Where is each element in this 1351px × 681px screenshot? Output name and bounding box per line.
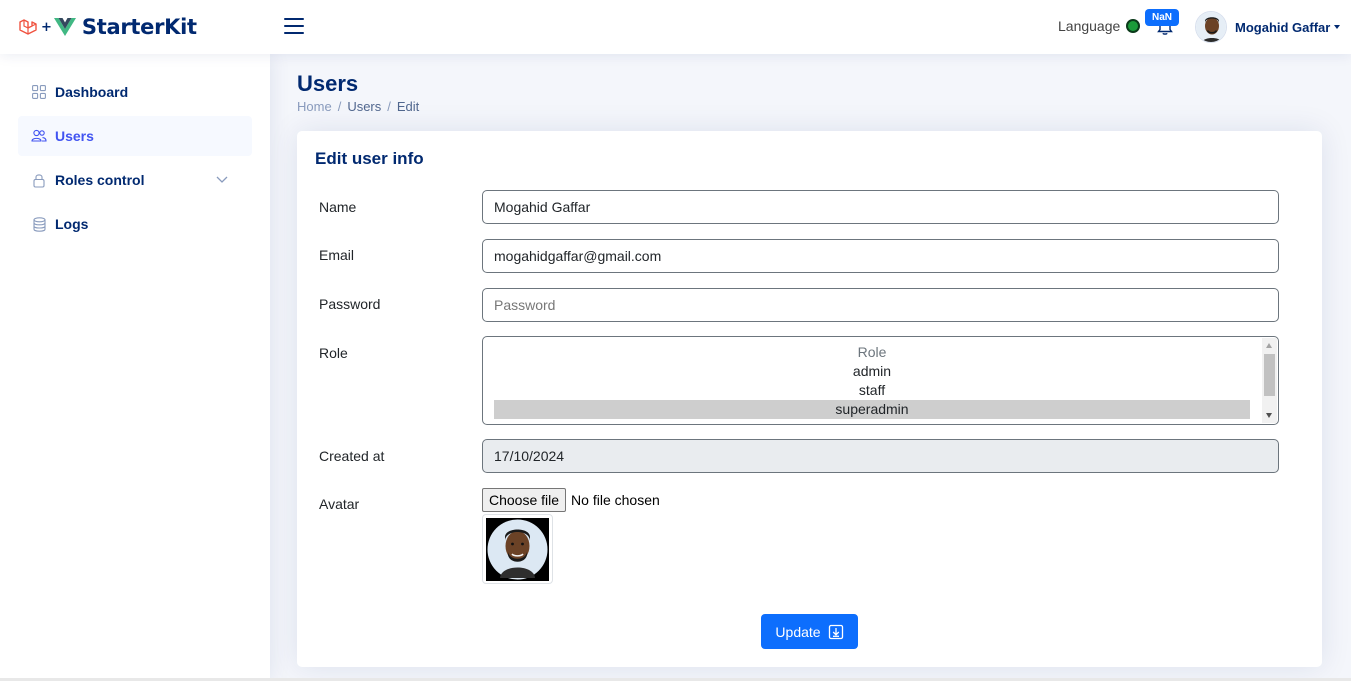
- role-scrollbar[interactable]: [1262, 338, 1277, 423]
- password-label: Password: [319, 296, 381, 312]
- download-box-icon: [828, 624, 843, 639]
- language-flag-icon[interactable]: [1126, 19, 1140, 33]
- chevron-down-icon: [216, 176, 228, 183]
- brand-name: StarterKit: [81, 15, 197, 39]
- file-status: No file chosen: [571, 492, 660, 508]
- choose-file-button[interactable]: Choose file: [482, 488, 567, 512]
- notification-badge: NaN: [1145, 9, 1179, 26]
- breadcrumb: Home / Users / Edit: [297, 99, 419, 114]
- user-name: Mogahid Gaffar: [1235, 19, 1331, 35]
- user-avatar-icon: [1196, 12, 1226, 42]
- sidebar-item-label: Logs: [55, 216, 89, 232]
- menu-toggle-icon[interactable]: [283, 15, 305, 37]
- logo-plus: +: [41, 19, 52, 35]
- role-option-superadmin[interactable]: superadmin: [494, 400, 1250, 419]
- sidebar-item-label: Roles control: [55, 172, 145, 188]
- laravel-logo-icon: [19, 19, 37, 35]
- breadcrumb-users[interactable]: Users: [347, 99, 381, 114]
- avatar-image: [486, 518, 549, 581]
- lock-icon: [31, 172, 47, 188]
- role-option-admin[interactable]: admin: [494, 362, 1250, 381]
- page-title: Users: [297, 71, 359, 96]
- breadcrumb-separator: /: [337, 99, 342, 114]
- user-photo-icon: [486, 518, 549, 581]
- name-field[interactable]: Mogahid Gaffar: [482, 190, 1279, 224]
- caret-down-icon: [1334, 25, 1341, 29]
- sidebar-item-logs[interactable]: Logs: [18, 204, 252, 244]
- name-label: Name: [319, 199, 357, 215]
- sidebar-item-label: Users: [55, 128, 94, 144]
- role-label: Role: [319, 345, 348, 361]
- language-label[interactable]: Language: [1058, 18, 1120, 34]
- top-header: + StarterKit Language NaN Mogahid Gaffar: [0, 0, 1351, 54]
- sidebar-item-users[interactable]: Users: [18, 116, 252, 156]
- user-profile-dropdown[interactable]: Mogahid Gaffar: [1195, 11, 1341, 43]
- sidebar-item-dashboard[interactable]: Dashboard: [18, 72, 252, 112]
- database-icon: [31, 216, 47, 232]
- scroll-thumb[interactable]: [1264, 354, 1275, 396]
- vue-logo-icon: [53, 18, 76, 36]
- breadcrumb-edit: Edit: [396, 99, 420, 114]
- sidebar-item-label: Dashboard: [55, 84, 129, 100]
- email-label: Email: [319, 247, 355, 263]
- email-field[interactable]: mogahidgaffar@gmail.com: [482, 239, 1279, 273]
- breadcrumb-home[interactable]: Home: [297, 99, 332, 114]
- created-at-field: 17/10/2024: [482, 439, 1279, 473]
- role-option-placeholder[interactable]: Role: [494, 343, 1250, 362]
- password-field[interactable]: Password: [482, 288, 1279, 322]
- grid-icon: [31, 84, 47, 100]
- sidebar: Dashboard Users Roles control Logs: [0, 54, 270, 681]
- update-button-label: Update: [775, 623, 821, 640]
- scroll-down-icon[interactable]: [1266, 413, 1272, 418]
- users-icon: [31, 128, 47, 144]
- brand-logo[interactable]: + StarterKit: [18, 12, 197, 42]
- role-select[interactable]: Role admin staff superadmin: [482, 336, 1279, 425]
- role-option-staff[interactable]: staff: [494, 381, 1250, 400]
- sidebar-item-roles-control[interactable]: Roles control: [18, 160, 252, 200]
- edit-user-card: Edit user info Name Mogahid Gaffar Email…: [297, 131, 1322, 667]
- update-button[interactable]: Update: [761, 614, 858, 649]
- avatar-preview: [482, 514, 553, 584]
- scroll-up-icon[interactable]: [1266, 343, 1272, 348]
- avatar-file-input[interactable]: Choose file No file chosen: [482, 488, 660, 512]
- card-title: Edit user info: [315, 149, 424, 168]
- created-at-label: Created at: [319, 448, 385, 464]
- avatar-label: Avatar: [319, 496, 360, 512]
- avatar: [1195, 11, 1227, 43]
- breadcrumb-separator: /: [387, 99, 391, 114]
